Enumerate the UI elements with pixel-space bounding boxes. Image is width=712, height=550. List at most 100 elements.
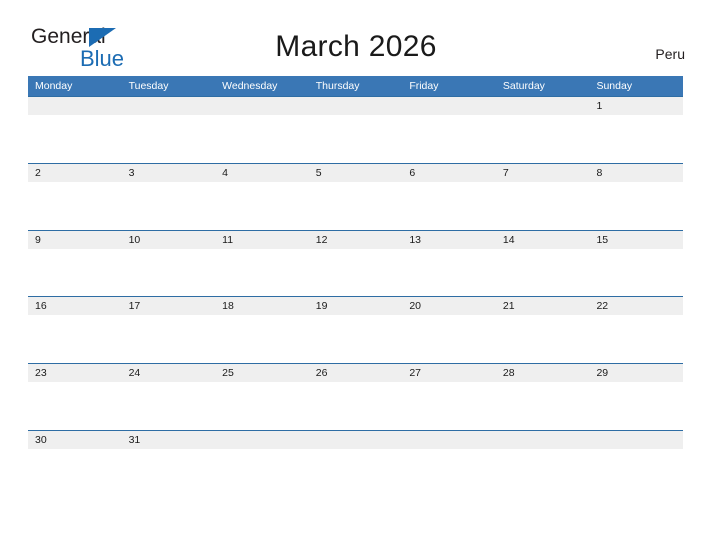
- day-band: [589, 97, 684, 115]
- day-cell[interactable]: [215, 97, 309, 163]
- day-cell[interactable]: 22: [589, 297, 684, 363]
- day-cell[interactable]: [402, 97, 496, 163]
- day-band: [28, 230, 122, 249]
- day-cell[interactable]: 23: [28, 364, 122, 430]
- day-cell[interactable]: 20: [402, 297, 496, 363]
- day-band: [215, 430, 309, 449]
- day-cell[interactable]: 1: [589, 97, 684, 163]
- weekday-header-row: Monday Tuesday Wednesday Thursday Friday…: [28, 76, 683, 96]
- day-cell[interactable]: [589, 430, 684, 497]
- day-cell[interactable]: 6: [402, 163, 496, 230]
- day-band: [589, 163, 684, 182]
- calendar-page: General Blue March 2026 Peru Monday Tues…: [0, 0, 712, 550]
- weekday-header-thursday: Thursday: [315, 80, 360, 92]
- day-cell[interactable]: [28, 97, 122, 163]
- day-number: 18: [222, 300, 234, 313]
- day-number: 19: [315, 300, 328, 313]
- day-cell[interactable]: 13: [402, 230, 496, 297]
- day-number: 31: [128, 433, 141, 446]
- day-cell[interactable]: 15: [589, 230, 684, 297]
- day-cell[interactable]: 26: [308, 364, 403, 430]
- day-number: 1: [596, 100, 603, 112]
- day-band: [495, 163, 590, 182]
- day-cell[interactable]: [215, 430, 309, 497]
- day-cell[interactable]: 9: [28, 230, 122, 297]
- day-cell[interactable]: 10: [121, 230, 216, 297]
- day-band: [121, 163, 216, 182]
- day-number: 14: [502, 233, 515, 246]
- day-cell[interactable]: 2: [28, 163, 122, 230]
- day-cell[interactable]: 30: [28, 430, 122, 497]
- weekday-header-saturday: Saturday: [502, 80, 545, 92]
- day-cell[interactable]: 14: [495, 230, 590, 297]
- calendar-week-row: 1: [28, 96, 684, 163]
- day-band: [402, 430, 496, 449]
- day-number: 24: [128, 367, 141, 380]
- day-number: 5: [315, 166, 322, 179]
- day-cell[interactable]: 18: [215, 297, 309, 363]
- day-number: 12: [315, 233, 328, 246]
- calendar-week-row: 30 31: [28, 429, 684, 497]
- day-cell[interactable]: 11: [215, 230, 309, 297]
- day-cell[interactable]: 12: [308, 230, 403, 297]
- day-number: 21: [502, 300, 515, 313]
- day-cell[interactable]: 21: [495, 297, 590, 363]
- calendar-week-row: 16 17 18 19 20 21 22: [28, 296, 684, 363]
- day-number: 13: [409, 233, 421, 246]
- day-cell[interactable]: 7: [495, 163, 590, 230]
- day-number: 26: [315, 367, 328, 380]
- day-cell[interactable]: 4: [215, 163, 309, 230]
- day-number: 9: [35, 233, 41, 246]
- calendar-grid: Monday Tuesday Wednesday Thursday Friday…: [28, 76, 684, 497]
- day-number: 3: [128, 166, 135, 179]
- weekday-header-monday: Monday: [35, 80, 73, 92]
- day-cell[interactable]: 25: [215, 364, 309, 430]
- day-number: 20: [409, 300, 421, 313]
- day-number: 27: [409, 367, 421, 380]
- day-number: 7: [502, 166, 509, 179]
- day-number: 28: [502, 367, 515, 380]
- calendar-week-row: 2 3 4 5 6 7 8: [28, 162, 684, 230]
- day-cell[interactable]: 31: [121, 430, 216, 497]
- day-cell[interactable]: 5: [308, 163, 403, 230]
- day-number: 29: [596, 367, 609, 380]
- day-cell[interactable]: 29: [589, 364, 684, 430]
- day-band: [495, 430, 590, 449]
- day-number: 30: [35, 433, 47, 446]
- day-cell[interactable]: 8: [589, 163, 684, 230]
- day-cell[interactable]: 3: [121, 163, 216, 230]
- day-cell[interactable]: [121, 97, 216, 163]
- day-band: [215, 97, 309, 115]
- weekday-header-tuesday: Tuesday: [128, 80, 169, 92]
- day-band: [308, 430, 403, 449]
- day-cell[interactable]: 16: [28, 297, 122, 363]
- day-band: [28, 163, 122, 182]
- day-band: [215, 163, 309, 182]
- day-cell[interactable]: [495, 430, 590, 497]
- day-number: 17: [128, 300, 141, 313]
- day-number: 16: [35, 300, 47, 313]
- day-number: 8: [596, 166, 603, 179]
- day-cell[interactable]: 27: [402, 364, 496, 430]
- weekday-header-wednesday: Wednesday: [222, 80, 278, 92]
- day-cell[interactable]: 24: [121, 364, 216, 430]
- day-number: 2: [35, 166, 41, 179]
- day-cell[interactable]: 19: [308, 297, 403, 363]
- day-band: [121, 97, 216, 115]
- weekday-header-sunday: Sunday: [596, 80, 633, 92]
- day-cell[interactable]: [308, 97, 403, 163]
- day-band: [495, 97, 590, 115]
- day-band: [402, 97, 496, 115]
- day-cell[interactable]: [495, 97, 590, 163]
- day-cell[interactable]: [402, 430, 496, 497]
- day-band: [308, 163, 403, 182]
- day-cell[interactable]: 28: [495, 364, 590, 430]
- page-title: March 2026: [275, 30, 437, 63]
- day-cell[interactable]: 17: [121, 297, 216, 363]
- day-number: 6: [409, 166, 416, 179]
- day-number: 23: [35, 367, 47, 380]
- day-number: 11: [222, 233, 234, 246]
- country-label: Peru: [655, 46, 685, 62]
- day-cell[interactable]: [308, 430, 403, 497]
- day-band: [28, 97, 122, 115]
